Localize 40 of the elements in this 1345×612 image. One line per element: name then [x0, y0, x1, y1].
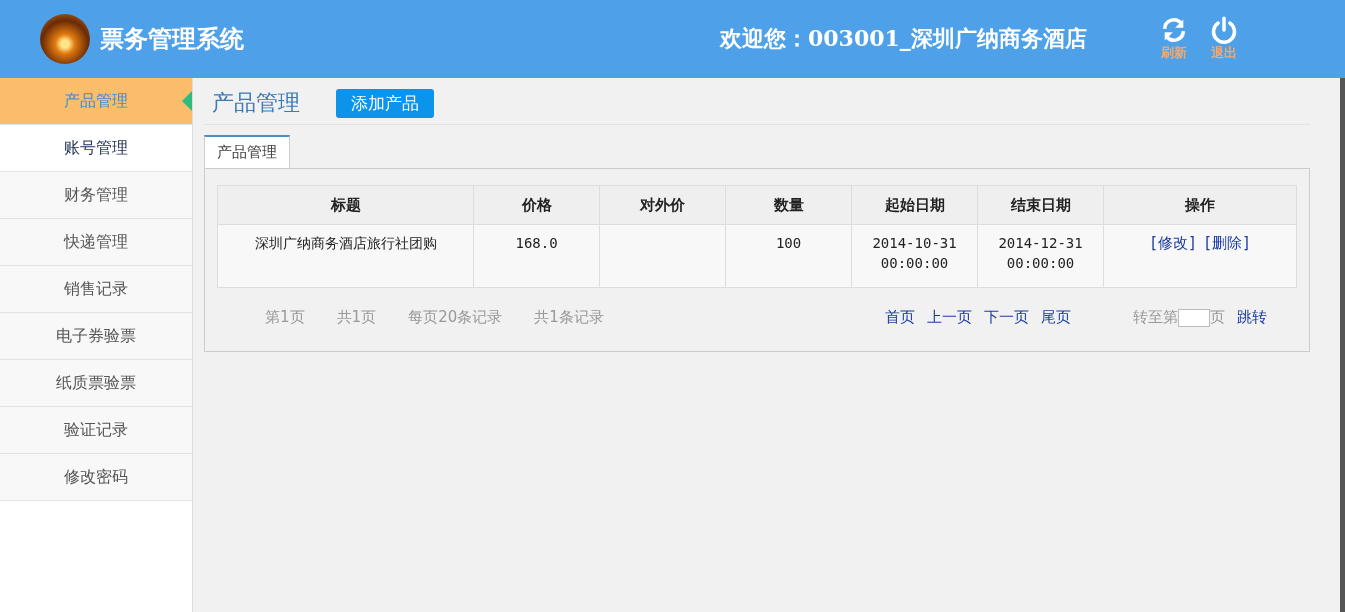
sidebar-item[interactable]: 修改密码	[0, 454, 193, 501]
goto-label: 转至第	[1133, 308, 1179, 327]
sidebar-item[interactable]: 纸质票验票	[0, 360, 193, 407]
table-cell: 168.0	[473, 224, 600, 288]
sidebar-item[interactable]: 验证记录	[0, 407, 193, 454]
pagination-info: 共1页	[336, 308, 377, 327]
welcome-text: 欢迎您：003001_深圳广纳商务酒店	[720, 24, 1088, 53]
pagination-info: 共1条记录	[534, 308, 604, 327]
pagination-link[interactable]: 尾页	[1041, 308, 1072, 327]
sidebar-item[interactable]: 销售记录	[0, 266, 193, 313]
tab[interactable]: 产品管理	[204, 135, 291, 168]
page-title: 产品管理	[212, 89, 301, 117]
pagination-info: 每页20条记录	[408, 308, 503, 327]
pagination-info: 第1页	[265, 308, 305, 327]
pagination-link[interactable]: 上一页	[927, 308, 973, 327]
jump-link[interactable]: 跳转	[1237, 308, 1268, 327]
column-header: 价格	[473, 185, 600, 225]
table-cell: 2014-10-31 00:00:00	[851, 224, 978, 288]
table-cell: 深圳广纳商务酒店旅行社团购	[217, 224, 474, 288]
table-cell: 2014-12-31 00:00:00	[977, 224, 1104, 288]
table-cell: 100	[725, 224, 852, 288]
column-header: 起始日期	[851, 185, 978, 225]
app-title: 票务管理系统	[100, 23, 244, 55]
column-header: 数量	[725, 185, 852, 225]
sidebar-item[interactable]: 电子券验票	[0, 313, 193, 360]
column-header: 操作	[1103, 185, 1297, 225]
edit-link[interactable]: [修改]	[1148, 234, 1198, 252]
pagination-link[interactable]: 下一页	[984, 308, 1030, 327]
sidebar-item[interactable]: 财务管理	[0, 172, 193, 219]
pagination-link[interactable]: 首页	[885, 308, 916, 327]
refresh-icon	[1160, 16, 1188, 44]
logo-icon	[40, 14, 90, 64]
goto-label: 页	[1210, 308, 1226, 327]
page-number-input[interactable]	[1178, 308, 1211, 327]
column-header: 对外价	[599, 185, 726, 225]
column-header: 标题	[217, 185, 474, 225]
sidebar-item[interactable]: 快递管理	[0, 219, 193, 266]
column-header: 结束日期	[977, 185, 1104, 225]
delete-link[interactable]: [删除]	[1203, 234, 1252, 252]
power-icon	[1210, 16, 1238, 44]
